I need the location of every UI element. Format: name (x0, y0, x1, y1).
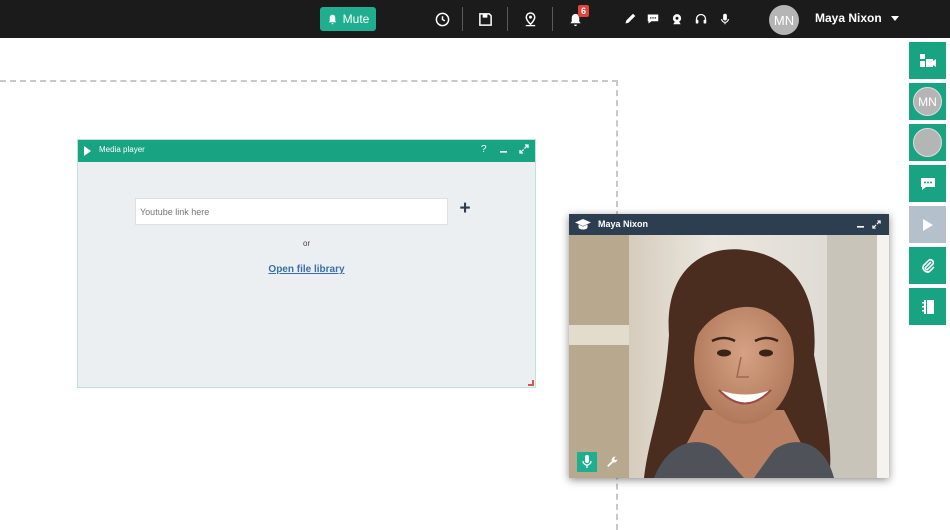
media-player-header[interactable]: Media player ? (78, 140, 535, 162)
media-player-title: Media player (99, 145, 145, 154)
wrench-settings-icon[interactable] (602, 452, 622, 472)
microphone-icon[interactable] (717, 11, 733, 27)
help-button[interactable]: ? (481, 144, 487, 156)
add-link-button[interactable]: + (458, 199, 472, 218)
participant-photo (569, 235, 889, 478)
chat-icon (920, 177, 935, 190)
save-icon[interactable] (477, 11, 493, 27)
participant-video-window: Maya Nixon (569, 214, 889, 478)
attachment-icon (921, 258, 935, 273)
or-separator: or (303, 239, 311, 248)
participant-video-feed (569, 235, 889, 478)
video-window-header[interactable]: Maya Nixon (569, 214, 889, 235)
participant-button-guest[interactable] (909, 124, 946, 161)
expand-icon[interactable] (519, 144, 529, 158)
right-sidebar: MN (909, 42, 946, 329)
notification-badge: 6 (578, 5, 590, 17)
youtube-link-input[interactable] (135, 198, 448, 225)
play-icon (84, 146, 91, 156)
top-bar: Mute 6 MN Maya Nixon (0, 0, 950, 38)
open-file-library-link[interactable]: Open file library (78, 264, 535, 275)
user-avatar[interactable]: MN (769, 5, 799, 35)
attachments-button[interactable] (909, 247, 946, 284)
toolbar-divider (462, 7, 463, 31)
mute-label: Mute (342, 12, 370, 26)
clock-icon[interactable] (434, 11, 450, 27)
headphones-icon[interactable] (693, 11, 709, 27)
media-play-button[interactable] (909, 206, 946, 243)
avatar: MN (913, 87, 942, 116)
participant-button-maya[interactable]: MN (909, 83, 946, 120)
location-pin-icon[interactable] (522, 11, 538, 27)
chat-bubble-icon[interactable] (645, 11, 661, 27)
resize-handle[interactable] (528, 380, 534, 386)
avatar (913, 128, 942, 157)
video-layout-button[interactable] (909, 42, 946, 79)
video-switch-icon (919, 53, 936, 67)
graduation-cap-icon (575, 219, 591, 230)
whiteboard-boundary-top (0, 80, 618, 82)
notebook-button[interactable] (909, 288, 946, 325)
toolbar-divider (552, 7, 553, 31)
expand-icon[interactable] (872, 220, 881, 232)
microphone-toggle-icon[interactable] (577, 452, 597, 472)
minimize-icon[interactable] (499, 143, 508, 157)
participant-name: Maya Nixon (598, 219, 649, 229)
pen-icon[interactable] (622, 11, 638, 27)
notebook-icon (921, 299, 934, 314)
user-name[interactable]: Maya Nixon (815, 11, 882, 25)
user-menu-chevron-down-icon[interactable] (891, 16, 899, 21)
chat-button[interactable] (909, 165, 946, 202)
play-icon (922, 218, 933, 231)
media-player-panel: Media player ? + or Open file library (77, 139, 536, 388)
mute-button[interactable]: Mute (320, 7, 376, 31)
webcam-icon[interactable] (669, 11, 685, 27)
bell-icon (328, 14, 336, 24)
toolbar-divider (507, 7, 508, 31)
minimize-icon[interactable] (856, 219, 865, 232)
